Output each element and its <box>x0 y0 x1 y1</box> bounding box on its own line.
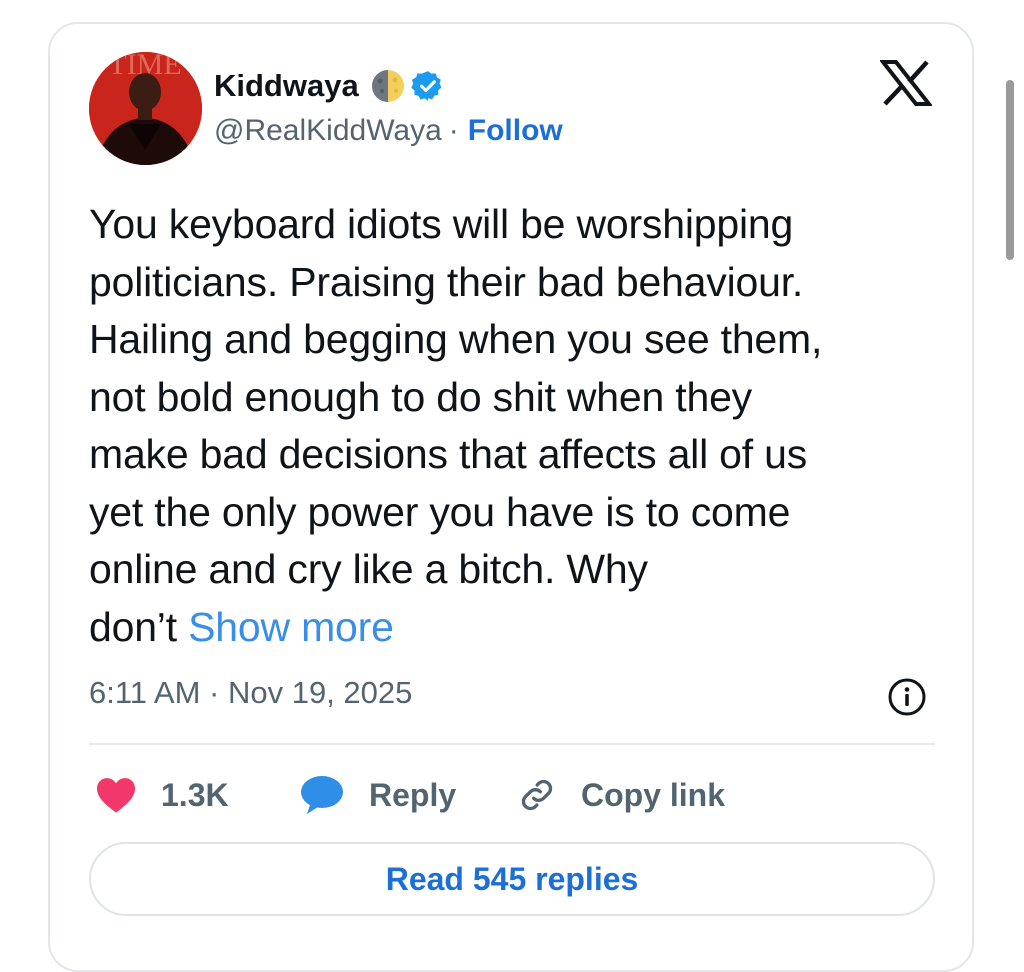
verified-badge-icon <box>411 69 445 103</box>
scrollbar[interactable] <box>1006 80 1014 260</box>
display-name[interactable]: Kiddwaya <box>214 68 359 104</box>
tweet-line: Hailing and begging when you see them, <box>89 316 823 362</box>
tweet-line: don’t <box>89 603 177 650</box>
tweet-line: not bold enough to do shit when they <box>89 373 752 420</box>
link-icon <box>521 779 553 811</box>
tweet-text: You keyboard idiots will be worshipping … <box>89 196 949 656</box>
follow-button[interactable]: Follow <box>468 114 563 148</box>
reply-button[interactable]: Reply <box>299 770 456 820</box>
reply-bubble-icon <box>301 776 343 814</box>
x-logo-icon[interactable] <box>878 60 934 106</box>
tweet-last-line: don’t Show more <box>89 599 949 657</box>
info-icon[interactable] <box>887 677 927 717</box>
divider <box>89 743 935 745</box>
handle-separator: · <box>448 114 459 147</box>
read-replies-button[interactable]: Read 545 replies <box>89 842 935 916</box>
reply-label: Reply <box>369 776 457 813</box>
avatar[interactable]: TIME <box>89 52 202 165</box>
copy-link-button[interactable]: Copy link <box>517 770 725 820</box>
tweet-line: yet the only power you have is to come <box>89 488 791 535</box>
like-button[interactable]: 1.3K <box>95 770 229 820</box>
user-handle[interactable]: @RealKiddWaya <box>214 114 442 148</box>
heart-icon <box>97 778 135 813</box>
read-replies-label: Read 545 replies <box>385 860 639 897</box>
tweet-line: online and cry like a bitch. Why <box>89 546 648 592</box>
action-bar: 1.3K Reply Copy link <box>89 770 935 820</box>
tweet-line: You keyboard idiots will be worshipping <box>89 201 794 247</box>
tweet-line: politicians. Praising their bad behaviou… <box>89 258 804 305</box>
name-row: Kiddwaya <box>214 66 445 106</box>
handle-row: @RealKiddWaya · Follow <box>214 114 563 148</box>
tweet-line: make bad decisions that affects all of u… <box>89 431 808 477</box>
copy-link-label: Copy link <box>581 776 726 813</box>
moon-icon <box>371 69 405 103</box>
like-count: 1.3K <box>161 776 229 813</box>
show-more-link[interactable]: Show more <box>188 604 394 650</box>
tweet-timestamp[interactable]: 6:11 AM · Nov 19, 2025 <box>89 675 412 711</box>
